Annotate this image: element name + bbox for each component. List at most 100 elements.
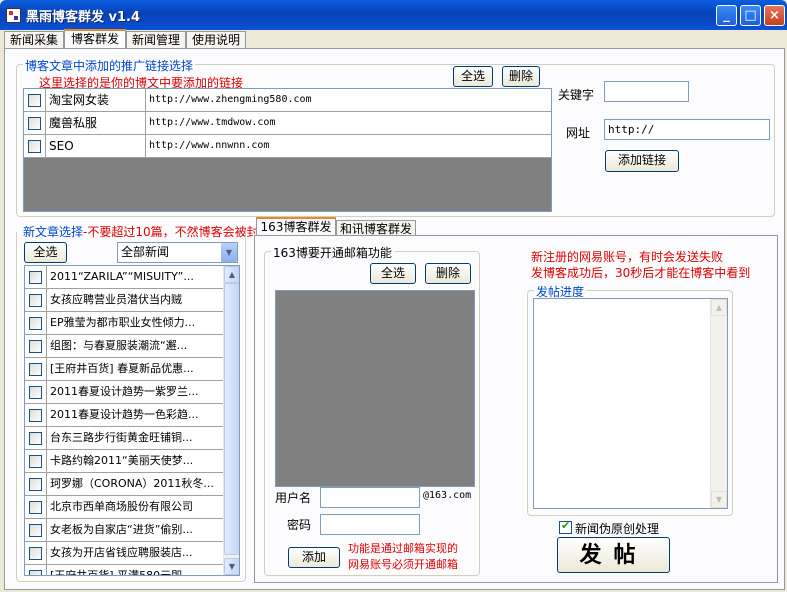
mail-delete-button[interactable]: 删除 — [425, 263, 471, 284]
list-item-title: 组图：与春夏服装潮流“邂... — [46, 335, 222, 357]
list-item-title: 珂罗娜（CORONA）2011秋冬... — [46, 473, 222, 495]
add-account-button[interactable]: 添加 — [288, 547, 340, 568]
progress-group: 发帖进度 ▲ ▼ — [527, 283, 733, 516]
list-item[interactable]: EP雅莹为都市职业女性倾力... — [25, 312, 224, 335]
list-item-title: 卡路约翰2011“美丽天使梦... — [46, 450, 222, 472]
link-group-title: 博客文章中添加的推广链接选择 — [23, 57, 196, 74]
article-list-scrollbar[interactable]: ▲ ▼ — [223, 266, 239, 575]
list-item[interactable]: 2011春夏设计趋势一色彩趋... — [25, 404, 224, 427]
article-select-all-button[interactable]: 全选 — [24, 242, 67, 263]
scroll-down-icon[interactable]: ▼ — [711, 491, 727, 508]
link-row-url: http://www.nnwnn.com — [145, 135, 551, 157]
scroll-thumb[interactable] — [224, 283, 239, 555]
list-item-title: 女孩为开店省钱应聘服装店... — [46, 542, 222, 564]
original-checkbox-label: 新闻伪原创处理 — [575, 522, 660, 536]
link-select-all-button[interactable]: 全选 — [453, 66, 493, 87]
link-row-checkbox[interactable] — [28, 94, 41, 107]
mail-domain-suffix: @163.com — [423, 490, 472, 501]
article-filter-value: 全部新闻 — [121, 245, 170, 259]
list-item[interactable]: 组图：与春夏服装潮流“邂... — [25, 335, 224, 358]
tab-news-manage[interactable]: 新闻管理 — [126, 31, 186, 49]
list-item-title: 2011春夏设计趋势一紫罗兰... — [46, 381, 222, 403]
list-item-title: [王府井百货] 平满580元即... — [46, 565, 222, 575]
url-input[interactable]: http:// — [604, 119, 770, 140]
list-item-title: [王府井百货] 春夏新品优惠... — [46, 358, 222, 380]
list-item-checkbox[interactable] — [29, 455, 42, 468]
mail-note-line1: 功能是通过邮箱实现的 — [348, 542, 458, 555]
mail-select-all-button[interactable]: 全选 — [370, 263, 416, 284]
link-row-name: 魔兽私服 — [45, 112, 145, 134]
list-item[interactable]: 女孩应聘营业员潜伏当内贼 — [25, 289, 224, 312]
list-item[interactable]: 2011“ZARILA”“MISUITY”... — [25, 266, 224, 289]
original-checkbox[interactable]: ✔ — [559, 519, 572, 534]
post-button[interactable]: 发帖 — [557, 537, 670, 573]
maximize-button[interactable]: □ — [740, 5, 761, 26]
link-row-name: SEO — [45, 135, 145, 157]
list-item[interactable]: [王府井百货] 平满580元即... — [25, 565, 224, 575]
list-item-checkbox[interactable] — [29, 432, 42, 445]
chevron-down-icon[interactable]: ▼ — [220, 243, 237, 262]
article-list: 2011“ZARILA”“MISUITY”... 女孩应聘营业员潜伏当内贼 EP雅莹… — [24, 265, 240, 576]
list-item[interactable]: 珂罗娜（CORONA）2011秋冬... — [25, 473, 224, 496]
app-icon — [6, 8, 21, 23]
list-item-title: 2011春夏设计趋势一色彩趋... — [46, 404, 222, 426]
progress-scrollbar[interactable]: ▲ ▼ — [710, 299, 727, 508]
link-row-checkbox[interactable] — [28, 117, 41, 130]
link-row[interactable]: 魔兽私服 http://www.tmdwow.com — [24, 112, 551, 135]
list-item-checkbox[interactable] — [29, 501, 42, 514]
list-item[interactable]: 卡路约翰2011“美丽天使梦... — [25, 450, 224, 473]
link-delete-button[interactable]: 删除 — [502, 66, 540, 87]
list-item[interactable]: [王府井百货] 春夏新品优惠... — [25, 358, 224, 381]
link-row-checkbox[interactable] — [28, 140, 41, 153]
list-item-checkbox[interactable] — [29, 363, 42, 376]
link-row-url: http://www.tmdwow.com — [145, 112, 551, 134]
list-item-checkbox[interactable] — [29, 409, 42, 422]
list-item[interactable]: 女老板为自家店“进货”偷别... — [25, 519, 224, 542]
url-label: 网址 — [566, 126, 591, 140]
warning-line1: 新注册的网易账号，有时会发送失败 — [531, 250, 724, 264]
list-item-checkbox[interactable] — [29, 386, 42, 399]
add-link-button[interactable]: 添加链接 — [605, 150, 679, 172]
list-item-title: 女老板为自家店“进货”偷别... — [46, 519, 222, 541]
tab-help[interactable]: 使用说明 — [186, 31, 246, 49]
list-item-title: EP雅莹为都市职业女性倾力... — [46, 312, 222, 334]
list-item-title: 北京市西单商场股份有限公司 — [46, 496, 222, 518]
list-item[interactable]: 2011春夏设计趋势一紫罗兰... — [25, 381, 224, 404]
password-label: 密码 — [287, 518, 312, 532]
list-item[interactable]: 女孩为开店省钱应聘服装店... — [25, 542, 224, 565]
list-item-checkbox[interactable] — [29, 524, 42, 537]
title-bar[interactable]: 黑雨博客群发 v1.4 _ □ × — [0, 0, 787, 30]
keyword-label: 关键字 — [558, 88, 595, 102]
warning-line2: 发博客成功后，30秒后才能在博客中看到 — [531, 266, 751, 280]
list-item-checkbox[interactable] — [29, 340, 42, 353]
link-row-name: 淘宝网女装 — [45, 89, 145, 111]
blog-163-panel: 163博要开通邮箱功能 全选 删除 用户名 @163.com 密码 添加 功能是… — [254, 235, 778, 583]
list-item[interactable]: 台东三路步行街黄金旺铺铜... — [25, 427, 224, 450]
article-filter-select[interactable]: 全部新闻 ▼ — [117, 242, 238, 263]
progress-log[interactable]: ▲ ▼ — [533, 298, 728, 509]
username-input[interactable] — [320, 487, 420, 508]
scroll-down-icon[interactable]: ▼ — [224, 558, 239, 575]
list-item-checkbox[interactable] — [29, 294, 42, 307]
minimize-button[interactable]: _ — [716, 5, 737, 26]
tab-blog-post[interactable]: 博客群发 — [64, 29, 126, 50]
scroll-up-icon[interactable]: ▲ — [711, 299, 727, 316]
tab-news-collect[interactable]: 新闻采集 — [4, 31, 64, 49]
mail-account-grid[interactable] — [275, 290, 475, 487]
list-item-checkbox[interactable] — [29, 271, 42, 284]
list-item-checkbox[interactable] — [29, 478, 42, 491]
list-item-title: 2011“ZARILA”“MISUITY”... — [46, 266, 222, 288]
scroll-up-icon[interactable]: ▲ — [224, 266, 239, 283]
password-input[interactable] — [320, 514, 420, 535]
link-row[interactable]: SEO http://www.nnwnn.com — [24, 135, 551, 158]
list-item[interactable]: 北京市西单商场股份有限公司 — [25, 496, 224, 519]
link-row[interactable]: 淘宝网女装 http://www.zhengming580.com — [24, 89, 551, 112]
keyword-input[interactable] — [604, 81, 689, 102]
link-select-group: 博客文章中添加的推广链接选择 这里选择的是你的博文中要添加的链接 全选 删除 淘… — [16, 57, 775, 217]
list-item-title: 台东三路步行街黄金旺铺铜... — [46, 427, 222, 449]
mail-note-line2: 网易账号必须开通邮箱 — [348, 558, 458, 571]
list-item-checkbox[interactable] — [29, 547, 42, 560]
close-button[interactable]: × — [764, 5, 785, 26]
list-item-checkbox[interactable] — [29, 570, 42, 575]
list-item-checkbox[interactable] — [29, 317, 42, 330]
